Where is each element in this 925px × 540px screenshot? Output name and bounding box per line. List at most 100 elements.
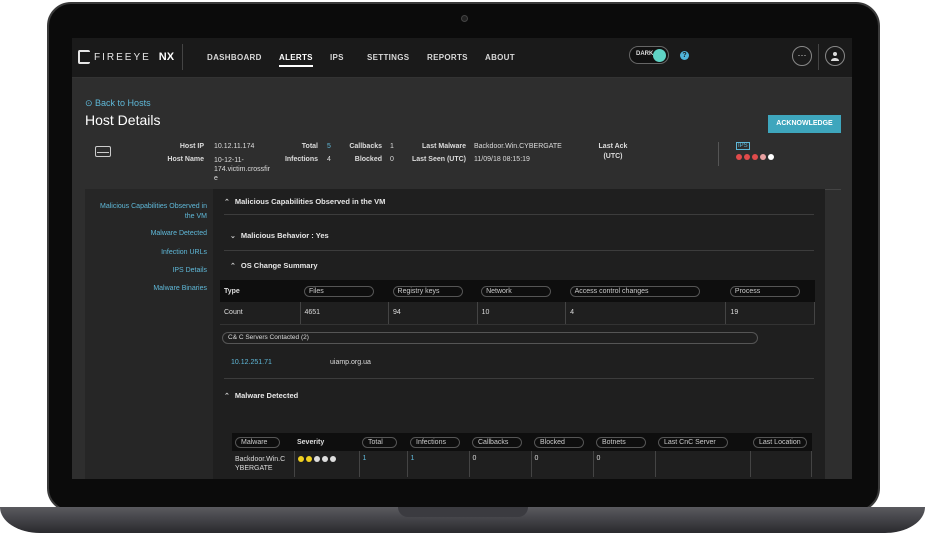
os-change-section-toggle[interactable]: ⌃ OS Change Summary — [230, 261, 318, 270]
column-header[interactable]: Infections — [407, 433, 469, 451]
back-link-label: Back to Hosts — [95, 98, 151, 108]
last-seen-label: Last Seen (UTC) — [411, 156, 466, 163]
behavior-title: Malicious Behavior : Yes — [240, 231, 329, 240]
camera-icon — [461, 15, 468, 22]
brand-name: FIREEYE — [94, 51, 151, 63]
severity-dot — [321, 456, 328, 462]
severity-dots — [297, 456, 359, 462]
column-header[interactable]: Severity — [294, 433, 359, 451]
sidebar-item-malware-detected[interactable]: Malware Detected — [97, 229, 207, 239]
product-name: NX — [158, 51, 175, 63]
brand-logo[interactable]: FIREEYE NX — [78, 50, 174, 64]
sidebar-item-infection-urls[interactable]: Infection URLs — [97, 248, 207, 258]
behavior-section-toggle[interactable]: ⌄ Malicious Behavior : Yes — [230, 231, 329, 240]
column-header[interactable]: Total — [359, 433, 407, 451]
process-count: 19 — [725, 302, 815, 325]
malware-name-line: YBERGATE — [235, 465, 273, 472]
nav-alerts[interactable]: ALERTS — [279, 53, 313, 67]
top-nav: FIREEYE NX DASHBOARD ALERTS IPS SETTINGS… — [72, 38, 852, 78]
infections-label: Infections — [284, 156, 318, 163]
column-header[interactable]: Last CnC Server — [655, 433, 750, 451]
sidebar-item-capabilities[interactable]: Malicious Capabilities Observed in the V… — [97, 202, 207, 222]
cnc-servers-bar[interactable]: C& C Servers Contacted (2) — [222, 332, 758, 344]
toggle-knob — [653, 49, 666, 62]
malware-detected-title: Malware Detected — [234, 391, 299, 400]
section-sidebar: Malicious Capabilities Observed in the V… — [85, 189, 213, 479]
host-ip-value: 10.12.11.174 — [214, 143, 255, 150]
nav-dashboard[interactable]: DASHBOARD — [207, 53, 262, 62]
callbacks-label: Callbacks — [349, 143, 382, 150]
severity-dot — [760, 154, 766, 160]
total-value[interactable]: 5 — [327, 143, 331, 150]
botnets-cell: 0 — [593, 451, 656, 477]
severity-dot — [313, 456, 320, 462]
cnc-ip-link[interactable]: 10.12.251.71 — [231, 359, 272, 366]
os-change-title: OS Change Summary — [240, 261, 318, 270]
severity-dot — [744, 154, 750, 160]
severity-dot — [736, 154, 742, 160]
table-row[interactable]: Backdoor.Win.C YBERGATE 1 1 0 0 0 — [232, 451, 812, 477]
column-header[interactable]: Callbacks — [469, 433, 531, 451]
section-divider — [224, 378, 814, 379]
blocked-label: Blocked — [354, 156, 382, 163]
help-icon[interactable]: ? — [680, 51, 689, 60]
acknowledge-button[interactable]: ACKNOWLEDGE — [768, 115, 841, 133]
last-seen-value: 11/09/18 08:15:19 — [474, 156, 530, 163]
app-screen: FIREEYE NX DASHBOARD ALERTS IPS SETTINGS… — [72, 38, 852, 479]
capabilities-title: Malicious Capabilities Observed in the V… — [234, 197, 386, 206]
infections-cell[interactable]: 1 — [407, 451, 470, 477]
back-arrow-icon: ⊙ — [85, 98, 96, 108]
sidebar-item-malware-binaries[interactable]: Malware Binaries — [97, 284, 207, 294]
page-title: Host Details — [85, 112, 161, 128]
network-count: 10 — [477, 302, 567, 325]
column-header[interactable]: Registry keys — [388, 280, 478, 302]
malware-name-cell: Backdoor.Win.C YBERGATE — [232, 451, 295, 477]
column-header[interactable]: Last Location — [750, 433, 812, 451]
fireeye-logo-icon — [78, 50, 90, 64]
malware-name-line: Backdoor.Win.C — [235, 456, 286, 463]
column-header[interactable]: Files — [300, 280, 389, 302]
nav-settings[interactable]: SETTINGS — [367, 53, 409, 62]
registry-count: 94 — [388, 302, 478, 325]
severity-dot — [297, 456, 304, 462]
nav-ips[interactable]: IPS — [330, 53, 344, 62]
section-divider — [224, 214, 814, 215]
row-label: Count — [220, 302, 301, 325]
ips-tag: IPS — [736, 142, 750, 150]
theme-toggle[interactable]: DARK — [629, 46, 669, 64]
sidebar-item-ips-details[interactable]: IPS Details — [97, 266, 207, 276]
malware-detected-section-toggle[interactable]: ⌃ Malware Detected — [224, 391, 298, 400]
host-name-line: 10-12-11- — [214, 157, 244, 164]
severity-dot — [329, 456, 336, 462]
column-header[interactable]: Blocked — [531, 433, 593, 451]
column-header[interactable]: Process — [725, 280, 815, 302]
column-header[interactable]: Botnets — [593, 433, 655, 451]
user-profile-button[interactable] — [825, 46, 845, 66]
host-name-line: 174.victim.crossfir — [214, 166, 271, 173]
capabilities-section-toggle[interactable]: ⌃ Malicious Capabilities Observed in the … — [224, 197, 385, 206]
header-divider — [718, 142, 719, 166]
chevron-down-icon: ⌄ — [230, 233, 236, 240]
host-name-line: e — [214, 175, 218, 182]
type-header: Type — [220, 280, 300, 302]
access-control-count: 4 — [565, 302, 727, 325]
nav-reports[interactable]: REPORTS — [427, 53, 468, 62]
theme-toggle-label: DARK — [636, 51, 654, 57]
nav-about[interactable]: ABOUT — [485, 53, 515, 62]
back-to-hosts-link[interactable]: ⊙ Back to Hosts — [85, 98, 151, 109]
last-ack-label-unit: (UTC) — [603, 153, 623, 160]
person-icon — [831, 52, 839, 61]
severity-dot — [305, 456, 312, 462]
column-header[interactable]: Malware — [232, 433, 294, 451]
callbacks-cell: 0 — [469, 451, 532, 477]
last-cnc-cell — [655, 451, 751, 477]
blocked-cell: 0 — [531, 451, 594, 477]
more-menu-button[interactable]: ··· — [792, 46, 812, 66]
laptop-notch — [398, 507, 528, 517]
total-cell[interactable]: 1 — [359, 451, 408, 477]
chevron-up-icon: ⌃ — [224, 199, 230, 206]
column-header[interactable]: Access control changes — [565, 280, 726, 302]
last-malware-label: Last Malware — [422, 143, 466, 150]
column-header[interactable]: Network — [477, 280, 566, 302]
section-divider — [224, 250, 814, 251]
